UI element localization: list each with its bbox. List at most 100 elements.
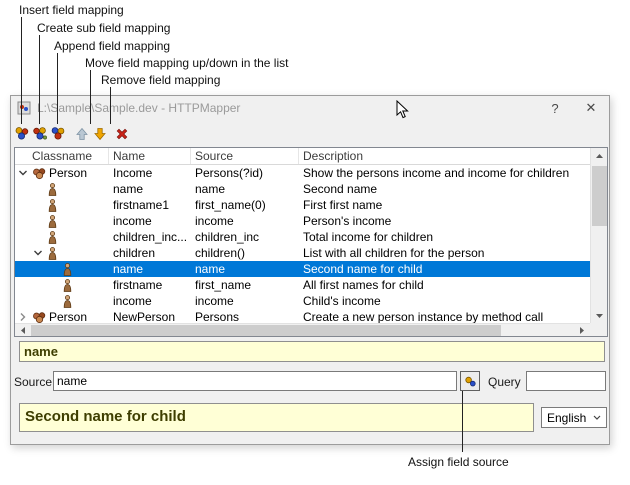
child-icon: [62, 295, 79, 308]
name-cell: Income: [109, 165, 191, 181]
name-cell: income: [109, 213, 191, 229]
grid-rows: PersonIncomePersons(?id)Show the persons…: [15, 165, 590, 325]
field-name-display: name: [19, 341, 605, 362]
chevron-down-icon[interactable]: [18, 168, 32, 178]
classname-cell: [15, 261, 109, 277]
app-icon: [17, 101, 31, 115]
source-cell: children(): [191, 245, 299, 261]
annotation-remove-field-mapping: Remove field mapping: [101, 73, 220, 87]
move-up-button[interactable]: [73, 124, 91, 144]
chevron-down-icon: [593, 415, 606, 420]
source-cell: income: [191, 213, 299, 229]
help-button[interactable]: ?: [537, 96, 573, 120]
table-row[interactable]: namenameSecond name: [15, 181, 590, 197]
classname-cell: [15, 229, 109, 245]
annotation-create-sub-field-mapping: Create sub field mapping: [37, 21, 170, 35]
scroll-left-icon[interactable]: [15, 324, 31, 336]
scrollbar-thumb[interactable]: [592, 166, 607, 226]
name-cell: children_inc...: [109, 229, 191, 245]
table-row[interactable]: PersonIncomePersons(?id)Show the persons…: [15, 165, 590, 181]
description-cell: Child's income: [299, 293, 590, 309]
assign-field-source-button[interactable]: [460, 371, 480, 391]
chevron-right-icon[interactable]: [18, 312, 32, 322]
classname-cell: [15, 213, 109, 229]
annotation-assign-field-source: Assign field source: [408, 455, 509, 469]
callout-line: [57, 53, 58, 124]
classname-cell: [15, 277, 109, 293]
titlebar[interactable]: L:\Sample\Sample.dev - HTTPMapper ? ✕: [11, 96, 609, 120]
description-cell: Person's income: [299, 213, 590, 229]
source-cell: Persons(?id): [191, 165, 299, 181]
name-cell: firstname: [109, 277, 191, 293]
table-row[interactable]: children_inc...children_incTotal income …: [15, 229, 590, 245]
description-cell: All first names for child: [299, 277, 590, 293]
append-field-mapping-button[interactable]: [49, 124, 67, 144]
person-icon: [32, 311, 49, 324]
callout-line: [90, 70, 91, 124]
source-cell: name: [191, 261, 299, 277]
child-icon: [47, 183, 64, 196]
annotation-move-field-mapping: Move field mapping up/down in the list: [85, 56, 288, 70]
callout-line: [21, 17, 22, 124]
table-row[interactable]: incomeincomePerson's income: [15, 213, 590, 229]
chevron-down-icon[interactable]: [33, 248, 47, 258]
column-header-description[interactable]: Description: [299, 148, 590, 164]
mouse-cursor: [396, 100, 409, 125]
name-cell: name: [109, 261, 191, 277]
source-cell: first_name(0): [191, 197, 299, 213]
child-icon: [47, 231, 64, 244]
close-button[interactable]: ✕: [573, 96, 609, 120]
column-header-source[interactable]: Source: [191, 148, 299, 164]
annotation-append-field-mapping: Append field mapping: [54, 39, 170, 53]
name-cell: children: [109, 245, 191, 261]
table-row[interactable]: firstname1first_name(0)First first name: [15, 197, 590, 213]
description-cell: First first name: [299, 197, 590, 213]
description-cell: Show the persons income and income for c…: [299, 165, 590, 181]
source-cell: children_inc: [191, 229, 299, 245]
child-icon: [62, 279, 79, 292]
scrollbar-corner: [590, 323, 607, 336]
description-cell: List with all children for the person: [299, 245, 590, 261]
toolbar: [11, 120, 609, 147]
column-header-name[interactable]: Name: [109, 148, 191, 164]
column-header-classname[interactable]: Classname: [15, 148, 109, 164]
query-input[interactable]: [526, 371, 606, 391]
source-label: Source: [14, 375, 52, 389]
list-header: Classname Name Source Description: [15, 148, 590, 165]
vertical-scrollbar[interactable]: [590, 148, 607, 324]
create-sub-field-mapping-button[interactable]: [31, 124, 49, 144]
child-icon: [47, 215, 64, 228]
insert-field-mapping-button[interactable]: [13, 124, 31, 144]
classname-cell: [15, 293, 109, 309]
remove-field-mapping-button[interactable]: [113, 124, 131, 144]
classname-cell: [15, 181, 109, 197]
scroll-right-icon[interactable]: [574, 324, 590, 336]
name-cell: firstname1: [109, 197, 191, 213]
description-cell: Second name for child: [299, 261, 590, 277]
person-icon: [32, 167, 49, 180]
table-row[interactable]: incomeincomeChild's income: [15, 293, 590, 309]
table-row[interactable]: firstnamefirst_nameAll first names for c…: [15, 277, 590, 293]
scrollbar-thumb[interactable]: [31, 325, 501, 336]
window-title: L:\Sample\Sample.dev - HTTPMapper: [37, 101, 537, 115]
table-row[interactable]: childrenchildren()List with all children…: [15, 245, 590, 261]
scroll-up-icon[interactable]: [591, 148, 607, 164]
move-down-button[interactable]: [91, 124, 109, 144]
description-cell: Second name: [299, 181, 590, 197]
child-icon: [47, 247, 64, 260]
scroll-down-icon[interactable]: [591, 308, 607, 324]
classname-cell: [15, 245, 109, 261]
classname-cell: [15, 197, 109, 213]
horizontal-scrollbar[interactable]: [15, 323, 590, 336]
table-row[interactable]: namenameSecond name for child: [15, 261, 590, 277]
classname-cell: Person: [15, 165, 109, 181]
source-cell: first_name: [191, 277, 299, 293]
child-icon: [47, 199, 64, 212]
source-cell: income: [191, 293, 299, 309]
callout-line: [462, 391, 463, 452]
language-select[interactable]: English: [541, 407, 607, 428]
screenshot-canvas: Insert field mapping Create sub field ma…: [0, 0, 630, 485]
name-cell: name: [109, 181, 191, 197]
description-cell: Total income for children: [299, 229, 590, 245]
source-input[interactable]: [53, 371, 457, 391]
